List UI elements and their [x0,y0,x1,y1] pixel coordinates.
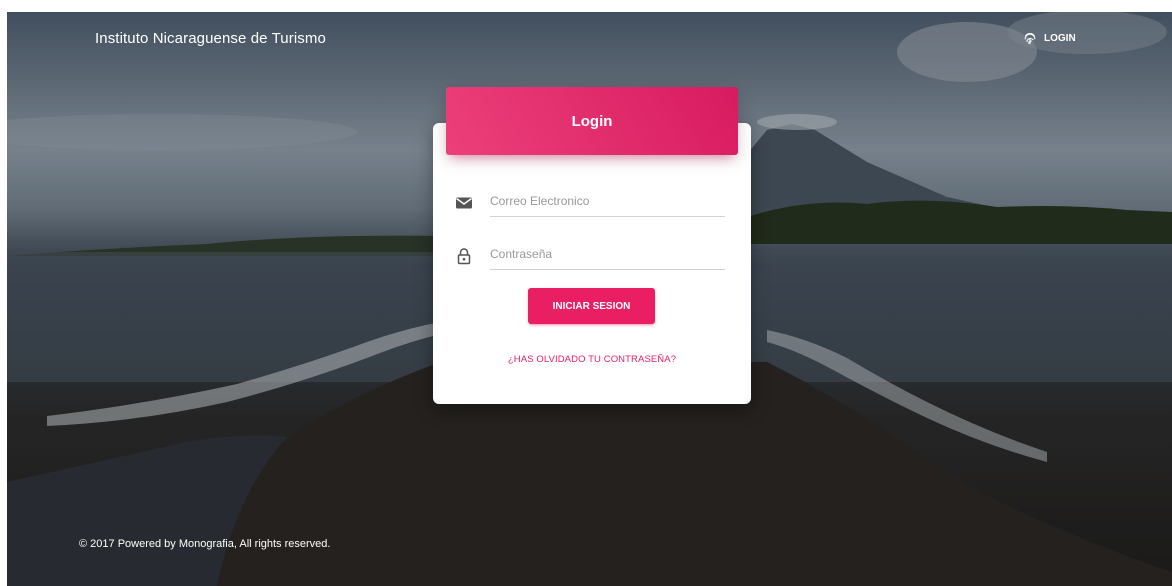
email-field-group [455,186,725,220]
email-input[interactable] [490,186,725,217]
nav-login-label: LOGIN [1044,32,1076,44]
email-icon [456,197,472,209]
fingerprint-icon [1024,32,1036,45]
login-card-title: Login [571,112,613,130]
brand-title[interactable]: Instituto Nicaraguense de Turismo [95,30,326,47]
nav-login-link[interactable]: LOGIN [1023,31,1076,45]
login-submit-button[interactable]: INICIAR SESION [528,288,655,324]
forgot-password-link[interactable]: ¿HAS OLVIDADO TU CONTRASEÑA? [433,354,751,365]
password-input[interactable] [490,239,725,270]
lock-icon [457,248,471,265]
password-field-group [455,239,725,273]
login-card-header: Login [446,87,738,155]
footer-copyright: © 2017 Powered by Monografia, All rights… [79,538,331,550]
